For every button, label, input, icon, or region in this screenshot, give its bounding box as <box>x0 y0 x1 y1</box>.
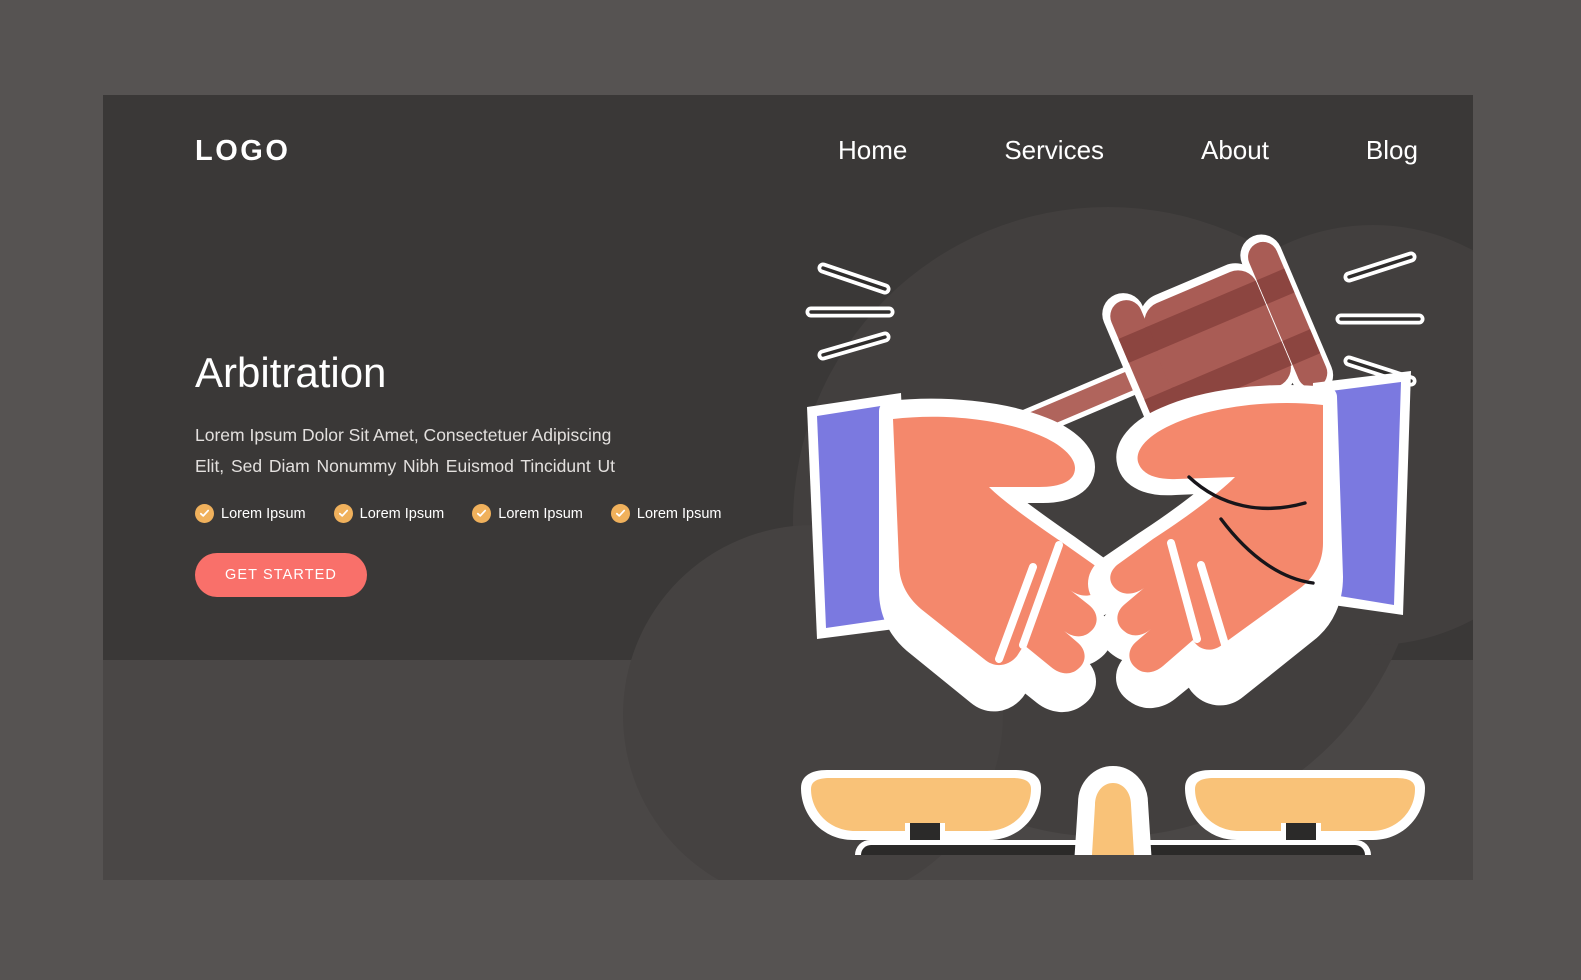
feature-item: Lorem Ipsum <box>610 504 722 524</box>
hero-subtitle-line-2: Elit, Sed Diam Nonummy Nibh Euismod Tinc… <box>195 456 615 477</box>
feature-item: Lorem Ipsum <box>195 504 306 524</box>
main-navigation: Home Services About Blog <box>838 137 1418 163</box>
handshake-icon <box>807 371 1411 712</box>
feature-list: Lorem Ipsum Lorem Ipsum Lorem Ipsum Lore… <box>195 504 755 524</box>
page-title: Arbitration <box>195 349 387 396</box>
get-started-button[interactable]: GET STARTED <box>195 553 367 598</box>
feature-label: Lorem Ipsum <box>221 505 306 522</box>
hero-subtitle-line-1: Lorem Ipsum Dolor Sit Amet, Consectetuer… <box>195 425 612 446</box>
feature-label: Lorem Ipsum <box>636 505 722 522</box>
motion-lines-right <box>1335 251 1425 387</box>
motion-lines-left <box>805 262 895 361</box>
nav-item-blog[interactable]: Blog <box>1366 137 1418 163</box>
feature-item: Lorem Ipsum <box>472 504 583 524</box>
feature-label: Lorem Ipsum <box>359 505 445 522</box>
arbitration-illustration <box>793 215 1433 855</box>
check-circle-icon <box>333 504 353 524</box>
screenshot-stage: LOGO Home Services About Blog Arbitratio… <box>0 0 1581 980</box>
check-circle-icon <box>195 504 214 524</box>
site-header: LOGO Home Services About Blog <box>103 95 1473 215</box>
hero-subtitle: Lorem Ipsum Dolor Sit Amet, Consectetuer… <box>195 420 615 482</box>
logo[interactable]: LOGO <box>195 137 290 166</box>
hero-content: Arbitration Lorem Ipsum Dolor Sit Amet, … <box>195 349 755 598</box>
landing-page-card: LOGO Home Services About Blog Arbitratio… <box>103 95 1473 880</box>
feature-label: Lorem Ipsum <box>498 505 583 522</box>
feature-item: Lorem Ipsum <box>333 504 445 524</box>
check-circle-icon <box>472 504 492 524</box>
justice-scales-icon <box>801 766 1425 855</box>
nav-item-services[interactable]: Services <box>1004 137 1104 163</box>
nav-item-home[interactable]: Home <box>838 137 907 163</box>
nav-item-about[interactable]: About <box>1201 137 1269 163</box>
check-circle-icon <box>610 504 630 524</box>
